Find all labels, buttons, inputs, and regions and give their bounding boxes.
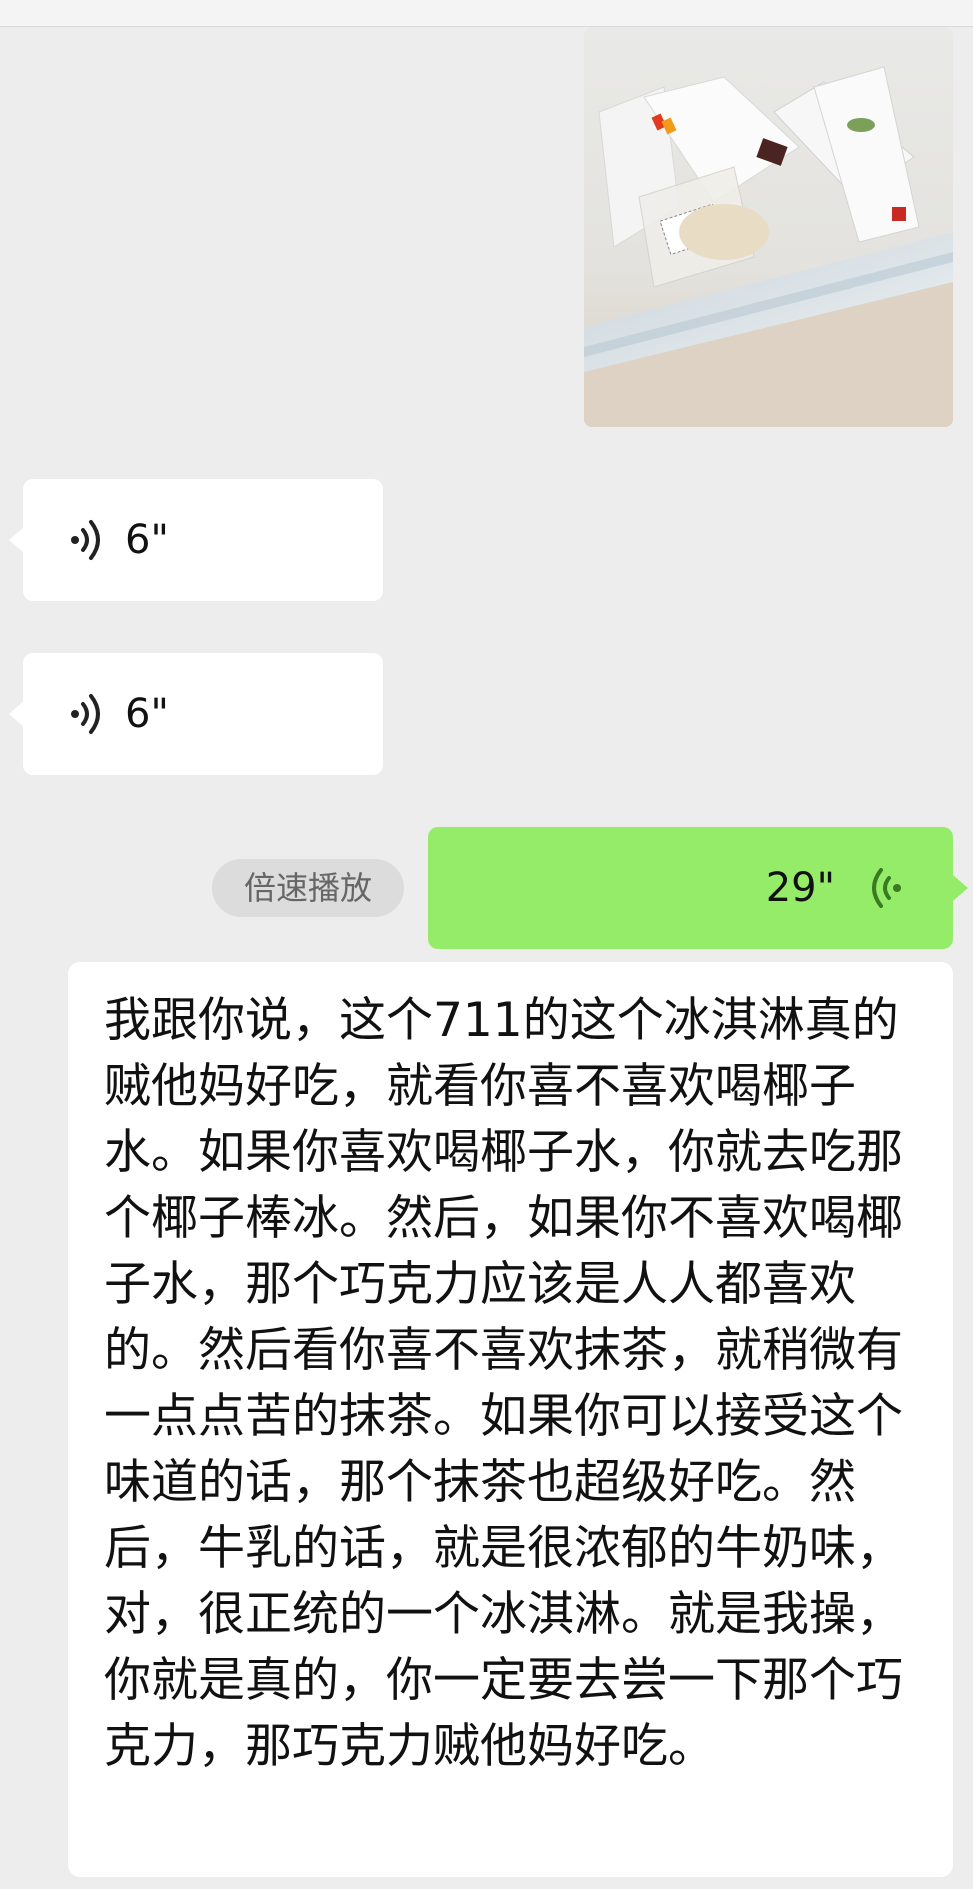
outgoing-voice-message[interactable]: 29"	[428, 827, 968, 949]
sound-wave-icon	[71, 694, 100, 734]
freezer-photo	[584, 27, 953, 427]
incoming-voice-message[interactable]: 6"	[9, 653, 383, 775]
voice-duration: 6"	[125, 517, 169, 563]
sound-wave-reversed-icon	[872, 868, 901, 908]
incoming-voice-message[interactable]: 6"	[9, 479, 383, 601]
voice-duration: 6"	[125, 691, 169, 737]
speed-playback-button[interactable]: 倍速播放	[212, 859, 404, 917]
sent-image[interactable]	[584, 27, 953, 427]
transcript-text: 我跟你说，这个711的这个冰淇淋真的贼他妈好吃，就看你喜不喜欢喝椰子水。如果你喜…	[104, 993, 903, 1774]
top-divider	[0, 0, 973, 27]
voice-transcript[interactable]: 我跟你说，这个711的这个冰淇淋真的贼他妈好吃，就看你喜不喜欢喝椰子水。如果你喜…	[68, 962, 953, 1877]
voice-duration: 29"	[765, 865, 835, 911]
sound-wave-icon	[71, 520, 100, 560]
